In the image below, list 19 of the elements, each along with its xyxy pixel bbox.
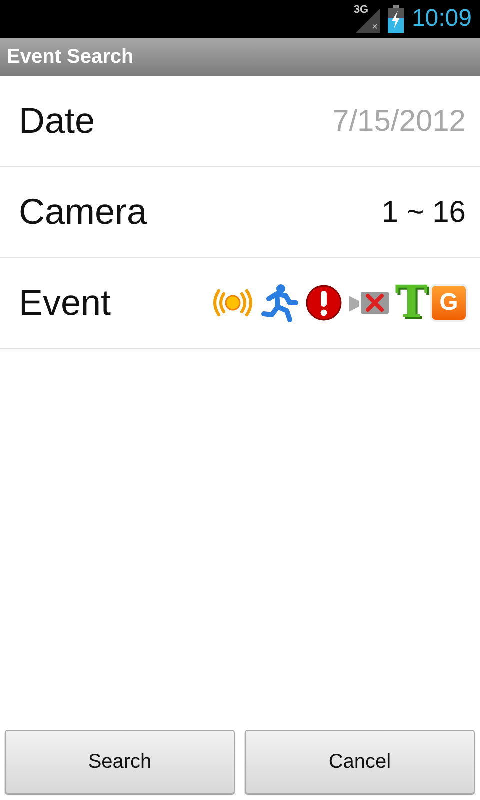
row-label: Date: [19, 99, 96, 143]
row-value: 7/15/2012: [332, 104, 466, 140]
running-person-icon: [261, 283, 302, 323]
row-label: Event: [19, 281, 112, 325]
action-button[interactable]: Search: [5, 730, 235, 794]
row-value: 1 ~ 16: [382, 194, 466, 230]
letter-g-icon: G: [432, 286, 466, 320]
title: Event Search: [7, 45, 134, 70]
network-label: 3G: [354, 5, 369, 16]
setting-row[interactable]: Camera 1 ~ 16: [0, 167, 480, 258]
battery-charging-icon: [388, 5, 404, 33]
letter-t-icon: T: [395, 281, 428, 325]
setting-row[interactable]: Event T G: [0, 258, 480, 349]
setting-row[interactable]: Date 7/15/2012: [0, 76, 480, 167]
clock: 10:09: [412, 7, 472, 31]
action-button[interactable]: Cancel: [245, 730, 475, 794]
exclamation-icon: [305, 284, 344, 322]
row-label: Camera: [19, 190, 148, 234]
no-signal-mark: ×: [372, 23, 378, 33]
